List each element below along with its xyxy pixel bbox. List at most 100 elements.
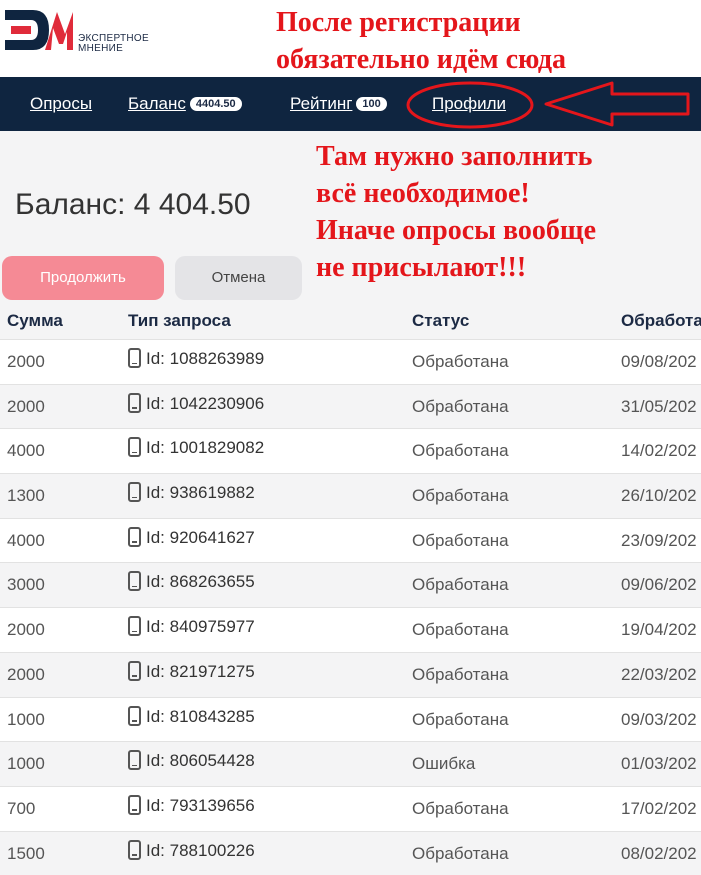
cell-sum: 3000 — [7, 575, 45, 595]
cell-sum: 4000 — [7, 530, 45, 550]
cell-sum: 700 — [7, 798, 36, 818]
phone-icon — [128, 392, 141, 413]
balance-badge: 4404.50 — [189, 97, 242, 111]
nav-surveys[interactable]: Опросы — [30, 94, 92, 114]
cell-date: 09/06/202 — [621, 575, 697, 595]
table-row[interactable]: 1500 Id: 788100226 Обработана 08/02/202 — [0, 830, 701, 875]
cell-date: 17/02/202 — [621, 798, 697, 818]
nav-balance[interactable]: Баланс 4404.50 — [128, 94, 242, 114]
request-id[interactable]: Id: 806054428 — [146, 751, 255, 770]
cell-type: Id: 821971275 — [128, 660, 255, 682]
cell-type: Id: 810843285 — [128, 705, 255, 727]
table-row[interactable]: 1300 Id: 938619882 Обработана 26/10/202 — [0, 473, 701, 518]
cell-type: Id: 788100226 — [128, 839, 255, 861]
cell-sum: 2000 — [7, 620, 45, 640]
logo-text: ЭКСПЕРТНОЕ МНЕНИЕ — [78, 33, 149, 54]
request-id[interactable]: Id: 920641627 — [146, 528, 255, 547]
request-id[interactable]: Id: 840975977 — [146, 617, 255, 636]
cell-type: Id: 793139656 — [128, 794, 255, 816]
cell-date: 22/03/202 — [621, 664, 697, 684]
cell-type: Id: 868263655 — [128, 571, 255, 592]
table-row[interactable]: 2000 Id: 821971275 Обработана 22/03/202 — [0, 651, 701, 697]
cell-status: Обработана — [412, 798, 509, 818]
request-id[interactable]: Id: 938619882 — [146, 483, 255, 502]
cell-type: Id: 1088263989 — [128, 348, 264, 369]
phone-icon — [128, 571, 141, 592]
header-type: Тип запроса — [128, 311, 231, 330]
cell-status: Обработана — [412, 396, 509, 416]
request-id[interactable]: Id: 1042230906 — [146, 394, 264, 413]
left-arrow-icon — [544, 81, 690, 127]
cell-sum: 1000 — [7, 754, 45, 774]
phone-icon — [128, 616, 141, 637]
request-id[interactable]: Id: 821971275 — [146, 662, 255, 681]
cell-date: 08/02/202 — [621, 843, 697, 863]
cell-status: Обработана — [412, 709, 509, 729]
cell-date: 23/09/202 — [621, 530, 697, 550]
cell-sum: 1500 — [7, 843, 45, 863]
phone-icon — [128, 482, 141, 503]
cell-type: Id: 938619882 — [128, 482, 255, 503]
table-row[interactable]: 700 Id: 793139656 Обработана 17/02/202 — [0, 785, 701, 831]
request-id[interactable]: Id: 1001829082 — [146, 438, 264, 457]
cell-date: 09/08/202 — [621, 352, 697, 371]
cell-sum: 2000 — [7, 352, 45, 371]
phone-icon — [128, 750, 141, 771]
request-id[interactable]: Id: 810843285 — [146, 707, 255, 726]
annotation-top: После регистрации обязательно идём сюда — [276, 7, 566, 75]
cell-date: 09/03/202 — [621, 709, 697, 729]
phone-icon — [128, 839, 141, 860]
cell-status: Обработана — [412, 575, 509, 595]
table-row[interactable]: 4000 Id: 1001829082 Обработана 14/02/202 — [0, 428, 701, 474]
phone-icon — [128, 660, 141, 681]
phone-icon — [128, 437, 141, 458]
cancel-button[interactable]: Отмена — [175, 256, 302, 300]
cell-status: Обработана — [412, 441, 509, 461]
request-id[interactable]: Id: 788100226 — [146, 841, 255, 860]
phone-icon — [128, 705, 141, 726]
balance-title: Баланс: 4 404.50 — [15, 188, 251, 221]
continue-button[interactable]: Продолжить — [2, 256, 164, 300]
cell-sum: 2000 — [7, 664, 45, 684]
request-id[interactable]: Id: 793139656 — [146, 796, 255, 815]
cell-status: Ошибка — [412, 754, 476, 774]
request-id[interactable]: Id: 1088263989 — [146, 349, 264, 368]
cell-type: Id: 840975977 — [128, 616, 255, 637]
cell-status: Обработана — [412, 620, 509, 640]
logo-icon — [5, 10, 73, 50]
cell-type: Id: 920641627 — [128, 526, 255, 548]
header-status: Статус — [412, 311, 470, 330]
header-processed: Обработа — [621, 311, 701, 330]
rating-badge: 100 — [356, 97, 387, 111]
cell-date: 26/10/202 — [621, 486, 697, 506]
cell-status: Обработана — [412, 352, 509, 371]
cell-status: Обработана — [412, 486, 509, 506]
table-row[interactable]: 2000 Id: 840975977 Обработана 19/04/202 — [0, 607, 701, 652]
table-row[interactable]: 1000 Id: 810843285 Обработана 09/03/202 — [0, 696, 701, 742]
header-sum: Сумма — [7, 311, 63, 330]
cell-sum: 1000 — [7, 709, 45, 729]
cell-date: 14/02/202 — [621, 441, 697, 461]
cell-sum: 1300 — [7, 486, 45, 506]
cell-type: Id: 806054428 — [128, 750, 255, 771]
nav-rating[interactable]: Рейтинг 100 — [290, 94, 387, 114]
cell-date: 01/03/202 — [621, 754, 697, 774]
phone-icon — [128, 348, 141, 368]
table-body: 2000 Id: 1088263989 Обработана 09/08/202 200… — [0, 339, 701, 875]
table-header: Сумма Тип запроса Статус Обработа — [0, 303, 701, 339]
phone-icon — [128, 794, 141, 815]
table-row[interactable]: 3000 Id: 868263655 Обработана 09/06/202 — [0, 562, 701, 608]
brand-logo[interactable] — [5, 8, 75, 59]
request-id[interactable]: Id: 868263655 — [146, 572, 255, 591]
table-row[interactable]: 1000 Id: 806054428 Ошибка 01/03/202 — [0, 741, 701, 786]
cell-date: 19/04/202 — [621, 620, 697, 640]
table-row[interactable]: 2000 Id: 1042230906 Обработана 31/05/202 — [0, 383, 701, 429]
cell-date: 31/05/202 — [621, 396, 697, 416]
cell-status: Обработана — [412, 843, 509, 863]
cell-sum: 2000 — [7, 396, 45, 416]
phone-icon — [128, 526, 141, 547]
header: ЭКСПЕРТНОЕ МНЕНИЕ После регистрации обяз… — [0, 0, 701, 77]
cell-type: Id: 1001829082 — [128, 437, 264, 458]
table-row[interactable]: 4000 Id: 920641627 Обработана 23/09/202 — [0, 517, 701, 563]
table-row[interactable]: 2000 Id: 1088263989 Обработана 09/08/202 — [0, 339, 701, 384]
